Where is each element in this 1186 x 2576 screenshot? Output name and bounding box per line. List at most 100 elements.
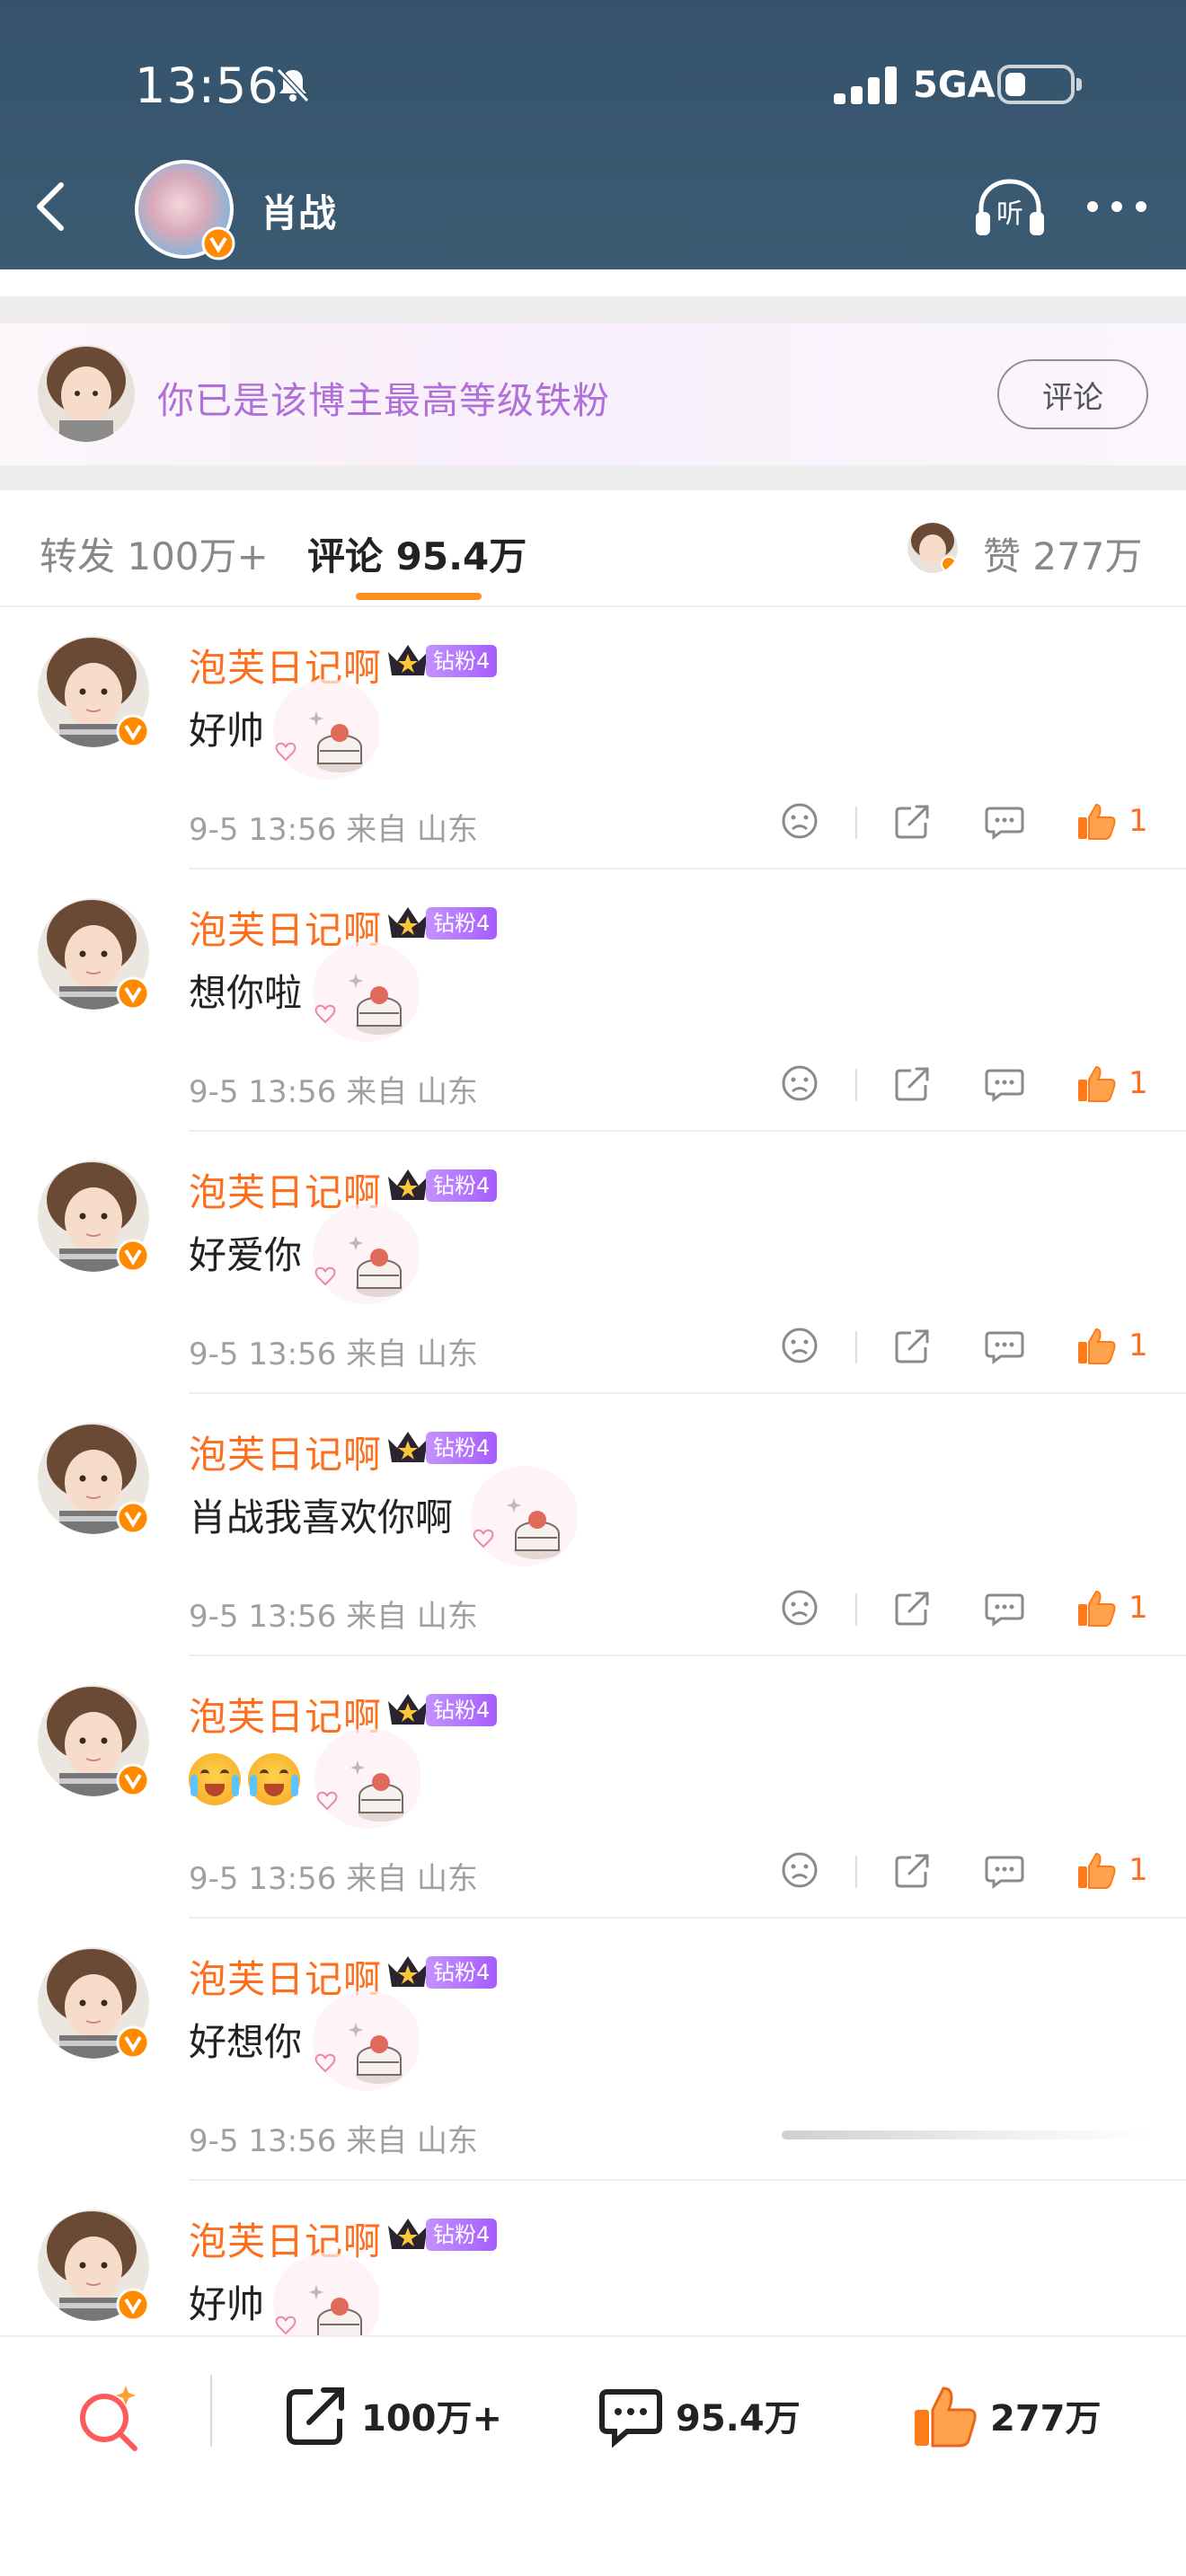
comment-item: 泡芙日记啊 钻粉4 好想你 9-5 13:56 来自 山东 (0, 1919, 1186, 2181)
blogger-name[interactable]: 肖战 (261, 183, 336, 238)
sad-face-icon[interactable] (778, 1062, 821, 1105)
sticker-icon (313, 1204, 419, 1304)
comment-like-count: 1 (1128, 1852, 1148, 1888)
repost-button[interactable]: 100万+ (280, 2375, 502, 2456)
sticker-icon (313, 1990, 419, 2091)
comment-text: 想你啦 (189, 971, 303, 1015)
comment-item: 泡芙日记啊 钻粉4 好爱你 9-5 13:56 来自 山东 1 (0, 1132, 1186, 1394)
active-tab-indicator (356, 593, 482, 600)
comment-text: 好爱你 (189, 1233, 303, 1277)
action-divider (855, 1069, 857, 1101)
fan-level-badge: 钻粉4 (426, 907, 498, 940)
fan-level-badge: 钻粉4 (426, 1694, 498, 1726)
network-type: 5GA (913, 65, 996, 106)
search-spark-icon[interactable] (74, 2380, 146, 2452)
sticker-icon (273, 679, 379, 780)
comment-emoji (189, 1753, 307, 1815)
loading-placeholder (782, 2130, 1150, 2139)
comment-meta: 9-5 13:56 来自 山东 (189, 812, 478, 848)
share-icon[interactable] (891, 1586, 934, 1629)
reply-icon[interactable] (983, 799, 1026, 842)
crying-laughing-face-icon (248, 1753, 300, 1805)
comment-meta: 9-5 13:56 来自 山东 (189, 1861, 478, 1897)
comment-text: 肖战我喜欢你啊 (189, 1495, 454, 1539)
reply-icon[interactable] (983, 1324, 1026, 1367)
comment-like-count: 1 (1128, 1065, 1148, 1101)
verified-icon (116, 1239, 150, 1273)
divider-band (0, 465, 1186, 490)
back-icon[interactable] (25, 178, 79, 235)
comment-meta: 9-5 13:56 来自 山东 (189, 1599, 478, 1635)
comment-list: 泡芙日记啊 钻粉4 好帅 9-5 13:56 来自 山东 1 泡芙日记啊 钻粉4… (0, 607, 1186, 2443)
interaction-tabs: 转发 100万+ 评论 95.4万 赞 277万 (0, 490, 1186, 607)
like-count: 277万 (990, 2398, 1102, 2439)
reply-icon[interactable] (983, 1848, 1026, 1892)
iron-fan-text: 你已是该博主最高等级铁粉 (157, 379, 610, 422)
crown-icon (388, 1432, 428, 1462)
reply-icon[interactable] (983, 1586, 1026, 1629)
comment-text: 好帅 (189, 2282, 265, 2326)
bell-muted-icon (276, 67, 310, 103)
verified-icon (116, 976, 150, 1010)
thumbs-up-icon (915, 2386, 977, 2448)
fan-level-badge: 钻粉4 (426, 1169, 498, 1202)
like-button[interactable]: 277万 (909, 2375, 1102, 2456)
comment-item: 泡芙日记啊 钻粉4 肖战我喜欢你啊 9-5 13:56 来自 山东 1 (0, 1394, 1186, 1656)
reply-icon[interactable] (983, 1062, 1026, 1105)
comment-like-count: 1 (1128, 1590, 1148, 1626)
thumbs-up-icon[interactable] (1075, 1062, 1118, 1105)
comment-item: 泡芙日记啊 钻粉4 好帅 9-5 13:56 来自 山东 1 (0, 607, 1186, 869)
verified-icon (116, 714, 150, 748)
action-divider (855, 1331, 857, 1363)
thumbs-up-icon[interactable] (1075, 1324, 1118, 1367)
action-divider (855, 807, 857, 839)
share-icon[interactable] (891, 1062, 934, 1105)
comment-count: 95.4万 (676, 2398, 801, 2439)
comment-text: 好想你 (189, 2020, 303, 2064)
thumbs-up-icon[interactable] (1075, 799, 1118, 842)
comment-meta: 9-5 13:56 来自 山东 (189, 1337, 478, 1372)
blogger-avatar[interactable] (135, 160, 235, 260)
sad-face-icon[interactable] (778, 1848, 821, 1892)
tab-like[interactable]: 赞 277万 (983, 526, 1143, 581)
status-time: 13:56 (135, 57, 279, 114)
top-header: 13:56 5GA 肖战 听 (0, 0, 1186, 269)
comment-meta: 9-5 13:56 来自 山东 (189, 2123, 478, 2159)
crying-laughing-face-icon (189, 1753, 241, 1805)
crown-icon (388, 645, 428, 675)
more-icon[interactable] (1087, 201, 1146, 214)
nav-bar: 肖战 听 (0, 153, 1186, 260)
commenter-name[interactable]: 泡芙日记啊 (189, 1425, 382, 1479)
fan-level-badge: 钻粉4 (426, 1432, 498, 1464)
share-icon[interactable] (891, 799, 934, 842)
share-icon[interactable] (891, 1848, 934, 1892)
comment-like-count: 1 (1128, 1328, 1148, 1363)
action-divider (855, 1856, 857, 1888)
status-bar: 13:56 5GA (0, 54, 1186, 117)
sad-face-icon[interactable] (778, 1586, 821, 1629)
battery-icon (997, 65, 1082, 104)
comment-text: 好帅 (189, 709, 265, 753)
sticker-icon (471, 1466, 577, 1566)
headphones-icon[interactable]: 听 (972, 176, 1048, 239)
tab-repost[interactable]: 转发 100万+ (40, 526, 269, 581)
sad-face-icon[interactable] (778, 1324, 821, 1367)
fan-level-badge: 钻粉4 (426, 1956, 498, 1989)
listen-label: 听 (996, 198, 1023, 230)
crown-icon (388, 2219, 428, 2249)
sticker-icon (313, 941, 419, 1042)
thumbs-up-icon[interactable] (1075, 1848, 1118, 1892)
verified-icon (116, 2288, 150, 2322)
sad-face-icon[interactable] (778, 799, 821, 842)
comment-button[interactable]: 评论 (997, 359, 1148, 429)
comment-like-count: 1 (1128, 803, 1148, 839)
thumbs-up-icon[interactable] (1075, 1586, 1118, 1629)
share-icon[interactable] (891, 1324, 934, 1367)
tab-comment[interactable]: 评论 95.4万 (307, 526, 527, 581)
fan-level-badge: 钻粉4 (426, 2219, 498, 2251)
share-icon (287, 2387, 344, 2445)
comment-count-button[interactable]: 95.4万 (595, 2375, 801, 2456)
verified-icon (116, 1501, 150, 1535)
verified-icon (116, 1763, 150, 1797)
bottom-action-bar: 100万+ 95.4万 277万 (0, 2335, 1186, 2576)
